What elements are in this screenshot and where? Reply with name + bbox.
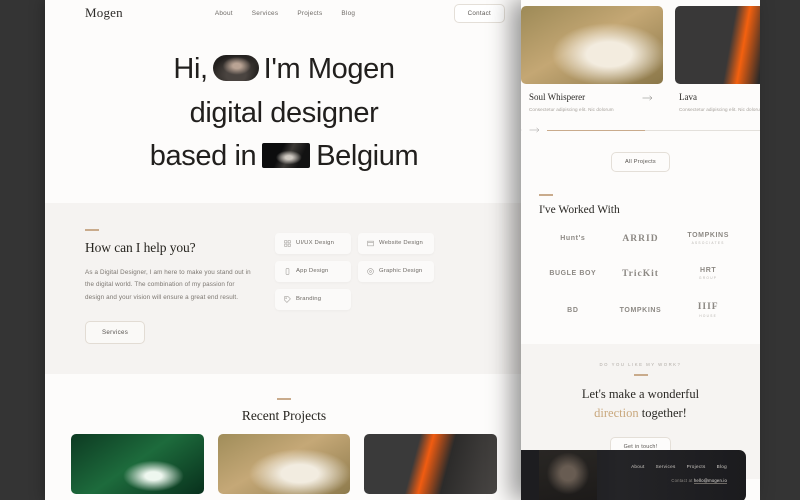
cta-heading-line1: Let's make a wonderful <box>581 387 700 401</box>
client-logo-bugle-boy: BUGLE BOY <box>549 270 597 277</box>
slider-progress <box>547 129 645 131</box>
nav-item-projects[interactable]: Projects <box>297 10 322 17</box>
service-tag-label: App Design <box>296 268 329 274</box>
client-logo-hunts: Hunt's <box>560 235 586 242</box>
client-logo-bd: BD <box>567 306 579 314</box>
footer-contact-prefix: Contact at <box>671 478 693 483</box>
nav-item-services[interactable]: Services <box>252 10 279 17</box>
screenshot-canvas: Mogen About Services Projects Blog Conta… <box>0 0 800 500</box>
site-logo[interactable]: Mogen <box>85 5 123 21</box>
client-logo-iiif: IIIF HOUSE <box>697 302 719 318</box>
help-heading: How can I help you? <box>85 239 196 255</box>
client-logo-tompkins-2: TOMPKINS <box>619 306 662 314</box>
project-title: Soul Whisperer <box>529 92 586 102</box>
belgium-photo <box>262 142 311 168</box>
browser-icon <box>367 240 374 247</box>
tag-icon <box>284 295 291 303</box>
client-logo-tompkins-sub: ASSOCIATES <box>691 241 725 245</box>
service-tag-label: UI/UX Design <box>296 240 335 246</box>
client-logo-hrt-sub: GROUP <box>699 276 718 280</box>
cta-heading: Let's make a wonderful direction togethe… <box>539 385 742 423</box>
footer-nav-projects[interactable]: Projects <box>687 464 706 469</box>
cta-eyebrow: DO YOU LIKE MY WORK? <box>599 362 682 367</box>
worked-with-section: I've Worked With Hunt's ARRID TOMPKINS A… <box>521 172 760 318</box>
project-card-lava[interactable]: Lava Consectetur adipiscing elit. Nic do… <box>675 6 760 112</box>
service-tag-ui-ux-design[interactable]: UI/UX Design <box>275 232 351 254</box>
cta-heading-accent: direction <box>594 405 639 420</box>
site-header: Mogen About Services Projects Blog Conta… <box>45 0 523 26</box>
hero-line3-a: based in <box>149 140 257 172</box>
footer-nav-about[interactable]: About <box>631 464 645 469</box>
recent-projects-section: Recent Projects <box>45 373 523 500</box>
client-logo-arrid: ARRID <box>622 233 659 244</box>
client-logo-hrt: HRT GROUP <box>699 267 718 280</box>
service-tag-branding[interactable]: Branding <box>275 288 351 310</box>
footer-nav-services[interactable]: Services <box>656 464 676 469</box>
accent-dash <box>85 228 99 231</box>
recent-projects-heading: Recent Projects <box>241 407 327 423</box>
project-title: Lava <box>679 92 697 102</box>
site-footer: About Services Projects Blog Contact at … <box>521 450 746 500</box>
service-tag-graphic-design[interactable]: Graphic Design <box>358 260 434 282</box>
client-logo-grid: Hunt's ARRID TOMPKINS ASSOCIATES BUGLE B… <box>539 232 742 318</box>
services-button[interactable]: Services <box>85 320 146 344</box>
client-logo-iiif-sub: HOUSE <box>699 314 718 318</box>
project-subtitle: Consectetur adipiscing elit. Nic dolorum <box>679 107 760 112</box>
project-card-soul-whisperer[interactable]: Soul Whisperer Consectetur adipiscing el… <box>521 6 663 112</box>
cta-heading-line2: together! <box>641 405 687 420</box>
all-projects-row: All Projects <box>521 134 760 172</box>
accent-dash <box>539 194 553 196</box>
avatar-portrait <box>212 55 259 82</box>
project-thumb-row <box>45 424 523 494</box>
client-logo-tompkins: TOMPKINS ASSOCIATES <box>687 232 729 245</box>
slider-track[interactable] <box>547 129 760 131</box>
hero-heading: Hi, I'm Mogen digital designer based in Be… <box>71 48 497 179</box>
service-tag-label: Branding <box>296 296 322 302</box>
hero-line1-a: Hi, <box>173 53 208 85</box>
footer-nav-blog[interactable]: Blog <box>717 464 727 469</box>
arrow-right-icon[interactable] <box>529 126 540 134</box>
nav-item-about[interactable]: About <box>215 10 233 17</box>
project-subtitle: Consectetur adipiscing elit. Nic dolorum <box>529 107 614 112</box>
project-thumb-green[interactable] <box>71 433 204 494</box>
client-logo-trickit: TricKit <box>622 268 659 279</box>
footer-nav: About Services Projects Blog <box>631 464 727 469</box>
contact-button[interactable]: Contact <box>453 3 505 23</box>
service-tag-app-design[interactable]: App Design <box>275 260 351 282</box>
main-nav: About Services Projects Blog <box>215 10 355 17</box>
hero-section: Hi, I'm Mogen digital designer based in Be… <box>45 26 523 179</box>
phone-icon <box>284 267 291 275</box>
service-tag-list: UI/UX Design Website Design App Design G… <box>275 229 447 344</box>
secondary-page-panel: Soul Whisperer Consectetur adipiscing el… <box>521 0 760 500</box>
help-text-column: How can I help you? As a Digital Designe… <box>85 228 253 344</box>
nav-item-blog[interactable]: Blog <box>341 10 355 17</box>
footer-contact-email[interactable]: hello@mogen.io <box>693 478 727 484</box>
accent-dash <box>277 397 291 400</box>
service-tag-label: Website Design <box>379 240 423 246</box>
hero-line1-b: I'm Mogen <box>263 53 395 85</box>
hero-line3-b: Belgium <box>316 140 419 172</box>
worked-with-heading: I've Worked With <box>539 204 620 216</box>
project-card-row: Soul Whisperer Consectetur adipiscing el… <box>521 0 760 112</box>
footer-portrait <box>539 450 597 500</box>
grid-icon <box>284 239 291 247</box>
service-tag-label: Graphic Design <box>379 268 423 274</box>
hero-line2: digital designer <box>189 96 379 129</box>
compass-icon <box>367 267 374 275</box>
service-tag-website-design[interactable]: Website Design <box>358 232 434 254</box>
project-image-lava <box>675 6 760 84</box>
help-paragraph: As a Digital Designer, I am here to make… <box>85 268 251 301</box>
project-thumb-lava[interactable] <box>364 433 498 494</box>
arrow-left-icon[interactable] <box>521 126 522 134</box>
help-section: How can I help you? As a Digital Designe… <box>45 202 523 374</box>
project-thumb-flower[interactable] <box>217 433 351 494</box>
project-image-soul-whisperer <box>521 6 663 84</box>
accent-dash <box>633 374 648 376</box>
all-projects-button[interactable]: All Projects <box>611 152 670 172</box>
footer-contact: Contact at hello@mogen.io <box>671 478 727 484</box>
project-slider-controls <box>521 112 760 134</box>
arrow-right-icon[interactable] <box>642 94 653 102</box>
main-page-panel: Mogen About Services Projects Blog Conta… <box>45 0 523 500</box>
